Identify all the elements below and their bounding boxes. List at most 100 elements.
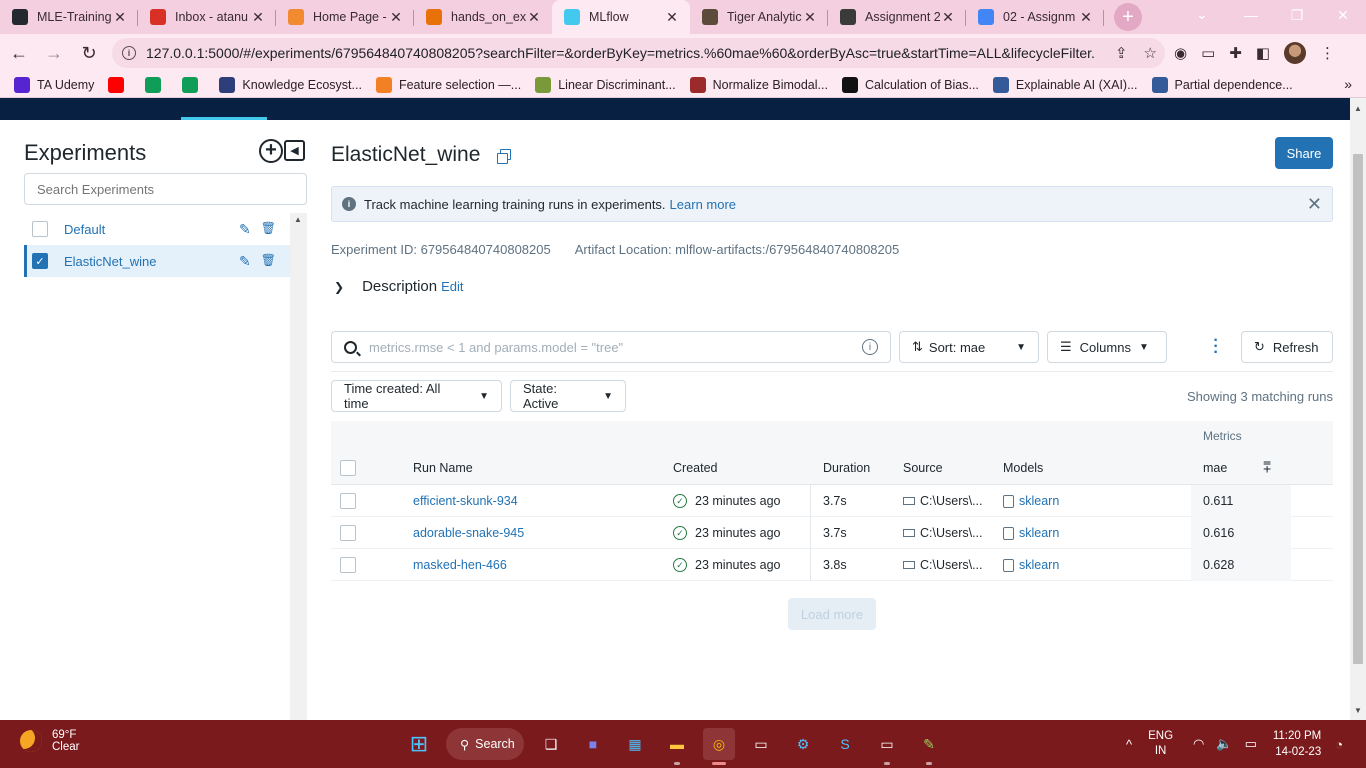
notifications-icon[interactable]: ◔	[1335, 737, 1343, 752]
reload-icon[interactable]: ↻	[73, 37, 105, 69]
browser-tab[interactable]: Home Page - ✕	[276, 0, 414, 34]
scrollbar-thumb[interactable]	[1353, 154, 1363, 664]
experiment-name[interactable]: Default	[64, 222, 105, 237]
add-experiment-icon[interactable]: +	[259, 139, 283, 163]
state-filter[interactable]: State: Active ▼	[510, 380, 626, 412]
row-checkbox[interactable]	[340, 549, 372, 581]
experiment-item-elasticnet-wine[interactable]: ✓ ElasticNet_wine ✎ 🗑	[24, 245, 290, 277]
bookmark-item[interactable]: Knowledge Ecosyst...	[219, 76, 362, 93]
share-page-icon[interactable]: ⇪	[1115, 44, 1128, 62]
bookmark-item[interactable]: TA Udemy	[14, 76, 94, 93]
model-cell[interactable]: sklearn	[1003, 549, 1059, 581]
checkbox[interactable]	[340, 557, 356, 573]
model-link[interactable]: sklearn	[1019, 558, 1059, 572]
bookmark-item[interactable]: Linear Discriminant...	[535, 76, 676, 93]
delete-trash-icon[interactable]: 🗑	[261, 221, 276, 238]
bookmark-item[interactable]: Normalize Bimodal...	[689, 76, 828, 93]
col-mae[interactable]: mae	[1203, 461, 1227, 475]
edit-pencil-icon[interactable]: ✎	[239, 253, 251, 270]
close-window-icon[interactable]: ✕	[1320, 7, 1366, 24]
browser-tab[interactable]: MLE-Training ✕	[0, 0, 138, 34]
bookmark-item[interactable]	[108, 76, 131, 93]
new-tab-button[interactable]: +	[1114, 3, 1142, 31]
chevron-right-icon[interactable]: ❯	[334, 280, 344, 294]
page-scrollbar[interactable]: ▲ ▼	[1350, 98, 1366, 720]
learn-more-link[interactable]: Learn more	[670, 197, 736, 212]
scroll-up-icon[interactable]: ▲	[1354, 104, 1362, 113]
checkbox[interactable]	[340, 525, 356, 541]
settings-app-icon[interactable]: ⚙	[787, 728, 819, 760]
minimize-icon[interactable]: —	[1228, 7, 1274, 23]
menu-kebab-icon[interactable]: ⋮	[1320, 44, 1335, 62]
tab-close-icon[interactable]: ✕	[664, 9, 680, 26]
col-models[interactable]: Models	[1003, 461, 1043, 475]
command-prompt-icon[interactable]: ▭	[871, 728, 903, 765]
time-created-filter[interactable]: Time created: All time ▼	[331, 380, 502, 412]
experiment-item-default[interactable]: Default ✎ 🗑	[24, 213, 290, 245]
experiment-checkbox-checked[interactable]: ✓	[32, 253, 48, 269]
bookmark-item[interactable]: Explainable AI (XAI)...	[992, 76, 1138, 93]
browser-tab[interactable]: hands_on_exa ✕	[414, 0, 552, 34]
volume-icon[interactable]: 🔈	[1216, 736, 1232, 752]
tab-close-icon[interactable]: ✕	[940, 9, 956, 26]
tab-search-chevron-icon[interactable]: ⌄	[1196, 6, 1208, 23]
experiment-search-input[interactable]	[24, 173, 307, 205]
row-checkbox[interactable]	[340, 517, 372, 549]
table-row[interactable]: masked-hen-466 ✓ 23 minutes ago 3.8s C:\User…	[331, 549, 1333, 581]
checkbox[interactable]	[340, 493, 356, 509]
more-bookmarks-icon[interactable]: »	[1344, 76, 1352, 92]
forward-arrow-icon[interactable]: →	[38, 37, 70, 69]
extension-icon[interactable]: ◉	[1174, 44, 1187, 62]
col-created[interactable]: Created	[673, 461, 717, 475]
tab-close-icon[interactable]: ✕	[1078, 9, 1094, 26]
browser-tab[interactable]: Inbox - atanu ✕	[138, 0, 276, 34]
columns-dropdown[interactable]: ☰ Columns ▼	[1047, 331, 1167, 363]
description-edit-link[interactable]: Edit	[441, 279, 463, 294]
sidebar-scrollbar[interactable]: ▲	[290, 213, 307, 720]
bookmark-star-icon[interactable]: ☆	[1144, 44, 1157, 62]
table-row[interactable]: efficient-skunk-934 ✓ 23 minutes ago 3.7s C:…	[331, 485, 1333, 517]
edit-pencil-icon[interactable]: ✎	[239, 221, 251, 238]
collapse-sidebar-icon[interactable]: ◀	[284, 140, 305, 161]
description-label[interactable]: Description	[362, 278, 437, 295]
run-name-link[interactable]: adorable-snake-945	[413, 517, 524, 549]
col-duration[interactable]: Duration	[823, 461, 870, 475]
bookmark-item[interactable]: Partial dependence...	[1151, 76, 1293, 93]
browser-tab[interactable]: 02 - Assignm ✕	[966, 0, 1104, 34]
language-indicator[interactable]: ENG IN	[1148, 729, 1173, 759]
browser-tab[interactable]: MLflow ✕	[552, 0, 690, 34]
sort-dropdown[interactable]: ⇅ Sort: mae ▼	[899, 331, 1039, 363]
bookmark-item[interactable]	[145, 76, 168, 93]
tab-close-icon[interactable]: ✕	[250, 9, 266, 26]
bookmark-item[interactable]	[182, 76, 205, 93]
chevron-up-icon[interactable]: ^	[1126, 737, 1132, 752]
tab-close-icon[interactable]: ✕	[526, 9, 542, 26]
file-explorer-icon[interactable]: ▬	[661, 728, 693, 765]
weather-widget[interactable]: 69°F Clear	[20, 729, 79, 753]
browser-tab[interactable]: Tiger Analytic ✕	[690, 0, 828, 34]
microsoft-store-icon[interactable]: ▦	[619, 728, 651, 760]
scroll-down-icon[interactable]: ▼	[1354, 706, 1362, 715]
wifi-icon[interactable]: ◠	[1193, 736, 1204, 752]
row-checkbox[interactable]	[340, 485, 372, 517]
delete-trash-icon[interactable]: 🗑	[261, 253, 276, 270]
description-section[interactable]: ❯ Description Edit	[334, 278, 464, 295]
browser-tab[interactable]: Assignment 2 ✕	[828, 0, 966, 34]
tab-close-icon[interactable]: ✕	[802, 9, 818, 26]
experiment-checkbox[interactable]	[32, 221, 48, 237]
search-help-icon[interactable]: i	[862, 339, 878, 355]
run-name-link[interactable]: efficient-skunk-934	[413, 485, 518, 517]
col-run-name[interactable]: Run Name	[413, 461, 473, 475]
more-options-icon[interactable]: · · ·	[1210, 333, 1222, 361]
cast-icon[interactable]: ▭	[1201, 44, 1215, 62]
bookmark-item[interactable]: Feature selection —...	[375, 76, 521, 93]
table-row[interactable]: adorable-snake-945 ✓ 23 minutes ago 3.7s C:\…	[331, 517, 1333, 549]
task-view-icon[interactable]: ❑	[535, 728, 567, 760]
run-name-link[interactable]: masked-hen-466	[413, 549, 507, 581]
puzzle-extensions-icon[interactable]: ✚	[1229, 44, 1242, 62]
col-source[interactable]: Source	[903, 461, 943, 475]
back-arrow-icon[interactable]: ←	[3, 37, 35, 69]
windows-start-icon[interactable]: ⊞	[403, 728, 435, 760]
load-more-button[interactable]: Load more	[788, 598, 876, 630]
model-cell[interactable]: sklearn	[1003, 485, 1059, 517]
